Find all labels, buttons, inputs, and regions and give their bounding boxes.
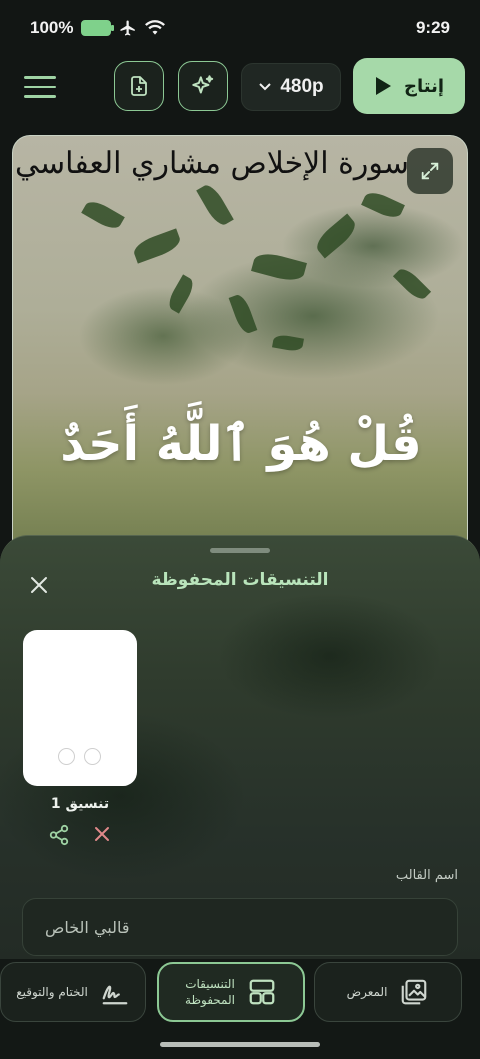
battery-icon (81, 20, 115, 36)
close-button[interactable] (26, 572, 52, 598)
tab-saved-styles-label: التنسيقات المحفوظة (185, 976, 235, 1007)
drag-handle[interactable] (210, 548, 270, 553)
tab-gallery-label: المعرض (346, 984, 388, 999)
tab-saved-styles[interactable]: التنسيقات المحفوظة (157, 962, 305, 1022)
share-icon[interactable] (48, 824, 70, 846)
style-card-thumbnail[interactable] (23, 630, 137, 786)
leaf-decoration (196, 181, 234, 229)
play-icon (375, 77, 391, 95)
leaf-decoration (251, 249, 307, 285)
tab-signature-label: الختام والتوقيع (16, 984, 88, 999)
leaf-decoration (228, 292, 258, 336)
sheet-title: التنسيقات المحفوظة (151, 570, 329, 590)
resolution-selector[interactable]: 480p (241, 63, 341, 111)
resolution-value: 480p (280, 76, 324, 97)
video-preview[interactable]: سورة الإخلاص مشاري العفاسي قُلْ هُوَ ٱلل… (12, 135, 468, 565)
clock: 9:29 (415, 18, 450, 37)
leaf-decoration (131, 228, 183, 264)
add-file-icon (131, 76, 147, 96)
style-card-actions (23, 824, 137, 852)
verse-text: قُلْ هُوَ ٱللَّهُ أَحَدٌ (60, 416, 422, 472)
layout-icon (249, 979, 275, 1005)
leaf-decoration (165, 274, 197, 314)
sparkles-icon (192, 75, 214, 94)
saved-styles-sheet: التنسيقات المحفوظة تنسيق 1 اسم القالب قا… (0, 535, 480, 959)
battery-percent: 100% (30, 18, 74, 37)
style-card-label: تنسيق 1 (50, 796, 110, 812)
produce-label: إنتاج (403, 75, 444, 97)
template-name-input[interactable]: قالبي الخاص (22, 898, 458, 956)
leaf-decoration (311, 213, 361, 259)
dot-indicator (84, 748, 101, 765)
leaf-decoration (272, 333, 304, 353)
template-name-label: اسم القالب (395, 868, 458, 883)
gallery-icon (402, 979, 427, 1005)
expand-icon (421, 162, 439, 180)
close-icon (31, 577, 47, 593)
add-file-button[interactable] (114, 61, 164, 111)
wifi-icon (145, 20, 166, 35)
signature-icon (102, 985, 128, 1005)
menu-button[interactable] (18, 70, 62, 104)
chevron-down-icon (259, 83, 272, 91)
top-toolbar: 480p إنتاج (0, 58, 480, 116)
surah-title: سورة الإخلاص مشاري العفاسي (15, 146, 409, 181)
status-left: 100% (30, 18, 166, 38)
airplane-icon (120, 20, 136, 36)
home-indicator[interactable] (160, 1042, 320, 1047)
dot-indicator (58, 748, 75, 765)
leaf-decoration (81, 197, 125, 233)
delete-icon[interactable] (92, 824, 112, 844)
effects-button[interactable] (178, 61, 228, 111)
leaf-decoration (392, 264, 432, 304)
menu-icon (24, 76, 56, 79)
fullscreen-button[interactable] (407, 148, 453, 194)
produce-button[interactable]: إنتاج (353, 58, 465, 114)
bottom-navigation: المعرض التنسيقات المحفوظة الختام والتوقيع (0, 959, 480, 1059)
leaf-decoration (361, 188, 405, 222)
status-bar: 100% 9:29 (0, 0, 480, 56)
tab-signature[interactable]: الختام والتوقيع (0, 962, 146, 1022)
tab-gallery[interactable]: المعرض (314, 962, 462, 1022)
